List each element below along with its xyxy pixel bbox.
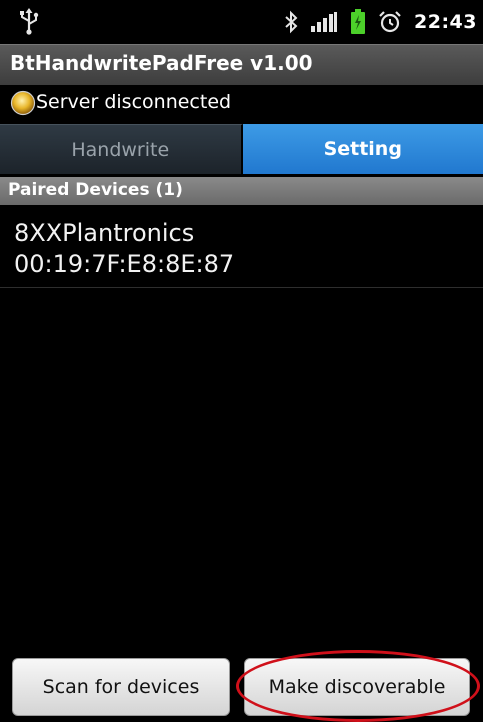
device-name: 8XXPlantronics [14,219,195,247]
status-icons: 22:43 [284,0,477,44]
usb-icon [18,7,40,35]
bluetooth-icon [284,10,298,34]
server-status-row: Server disconnected [0,85,483,121]
tab-setting[interactable]: Setting [242,124,483,174]
status-led-icon [10,90,36,116]
list-item[interactable]: 8XXPlantronics 00:19:7F:E8:8E:87 [0,205,483,288]
make-discoverable-button[interactable]: Make discoverable [244,658,470,716]
tab-handwrite[interactable]: Handwrite [0,124,243,174]
bottom-button-bar: Scan for devices Make discoverable [0,644,483,722]
app-title: BtHandwritePadFree v1.00 [10,51,313,75]
android-screen: 22:43 BtHandwritePadFree v1.00 Server di… [0,0,483,722]
server-status-text: Server disconnected [36,91,232,113]
device-address: 00:19:7F:E8:8E:87 [14,250,235,278]
app-title-bar: BtHandwritePadFree v1.00 [0,44,483,85]
tab-bar: Handwrite Setting [0,124,483,174]
paired-devices-header: Paired Devices (1) [0,177,483,205]
battery-icon [350,9,366,35]
signal-icon [310,10,338,34]
paired-devices-title: Paired Devices (1) [8,180,183,200]
status-bar: 22:43 [0,0,483,44]
scan-for-devices-button[interactable]: Scan for devices [12,658,230,716]
alarm-icon [378,10,402,34]
paired-device-list: 8XXPlantronics 00:19:7F:E8:8E:87 [0,205,483,288]
status-clock: 22:43 [414,11,477,33]
